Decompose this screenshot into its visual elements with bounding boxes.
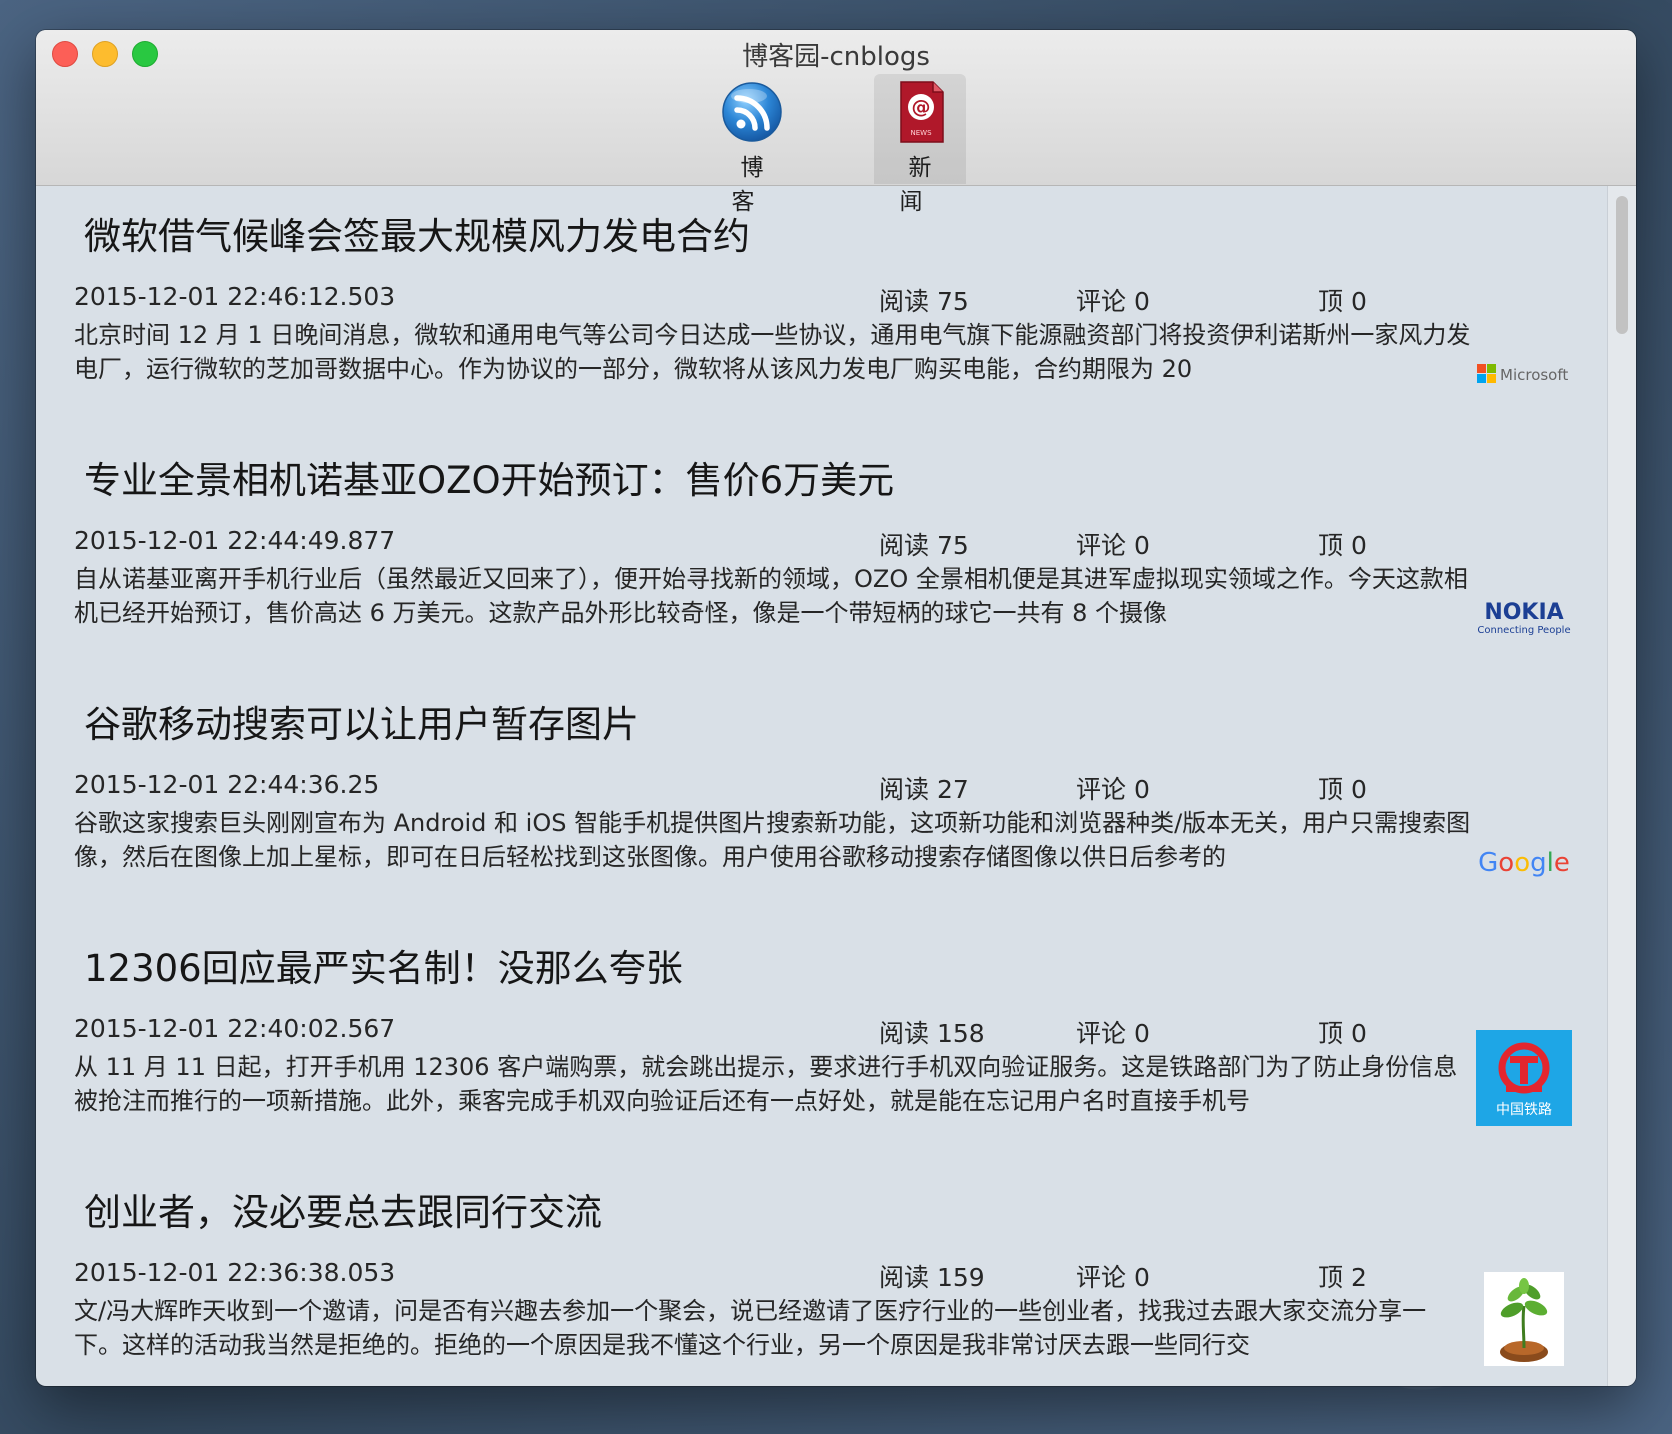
vertical-scrollbar[interactable] xyxy=(1607,186,1636,1386)
news-title[interactable]: 创业者，没必要总去跟同行交流 xyxy=(84,1182,602,1236)
news-date: 2015-12-01 22:44:49.877 xyxy=(74,526,396,555)
news-summary: 谷歌这家搜索巨头刚刚宣布为 Android 和 iOS 智能手机提供图片搜索新功… xyxy=(74,809,1471,871)
app-window: 博客园-cnblogs 博客 @ NEWS 新闻 微软借气候峰会签最大规模风力发… xyxy=(36,30,1636,1386)
microsoft-logo: Microsoft xyxy=(1476,326,1572,422)
seedling-image xyxy=(1484,1272,1564,1366)
china-railway-logo-text: 中国铁路 xyxy=(1496,1102,1552,1118)
news-digg-count: 顶 0 xyxy=(1318,775,1367,804)
news-date: 2015-12-01 22:40:02.567 xyxy=(74,1014,396,1043)
rss-icon xyxy=(722,82,782,142)
news-digg-count: 顶 0 xyxy=(1318,531,1367,560)
news-summary: 文/冯大辉昨天收到一个邀请，问是否有兴趣去参加一个聚会，说已经邀请了医疗行业的一… xyxy=(74,1297,1427,1359)
news-list: 微软借气候峰会签最大规模风力发电合约 2015-12-01 22:46:12.5… xyxy=(36,186,1608,1386)
news-date: 2015-12-01 22:44:36.25 xyxy=(74,770,380,799)
news-item[interactable]: 微软借气候峰会签最大规模风力发电合约 2015-12-01 22:46:12.5… xyxy=(36,186,1608,430)
news-item[interactable]: 12306回应最严实名制！没那么夸张 2015-12-01 22:40:02.5… xyxy=(36,918,1608,1162)
news-item[interactable]: 专业全景相机诺基亚OZO开始预订：售价6万美元 2015-12-01 22:44… xyxy=(36,430,1608,674)
toolbar-item-news[interactable]: @ NEWS 新闻 xyxy=(874,74,966,215)
news-icon: @ NEWS xyxy=(900,81,944,143)
toolbar-item-blog[interactable]: 博客 xyxy=(706,74,798,215)
news-date: 2015-12-01 22:36:38.053 xyxy=(74,1258,396,1287)
nokia-logo: NOKIA Connecting People xyxy=(1476,570,1572,666)
window-title: 博客园-cnblogs xyxy=(742,42,930,72)
news-digg-count: 顶 0 xyxy=(1318,287,1367,316)
news-item[interactable]: 谷歌移动搜索可以让用户暂存图片 2015-12-01 22:44:36.25 阅… xyxy=(36,674,1608,918)
news-read-count: 阅读 75 xyxy=(879,287,969,316)
news-read-count: 阅读 75 xyxy=(879,531,969,560)
news-title[interactable]: 微软借气候峰会签最大规模风力发电合约 xyxy=(84,206,750,260)
news-read-count: 阅读 27 xyxy=(879,775,969,804)
news-summary: 从 11 月 11 日起，打开手机用 12306 客户端购票，就会跳出提示，要求… xyxy=(74,1053,1458,1115)
news-comment-count: 评论 0 xyxy=(1076,1263,1150,1292)
news-summary: 自从诺基亚离开手机行业后（虽然最近又回来了），便开始寻找新的领域，OZO 全景相… xyxy=(74,565,1468,627)
google-logo-text: Google xyxy=(1478,848,1570,878)
news-title[interactable]: 专业全景相机诺基亚OZO开始预订：售价6万美元 xyxy=(84,450,894,504)
nokia-logo-text: NOKIA xyxy=(1484,600,1563,625)
svg-text:NEWS: NEWS xyxy=(910,129,932,137)
news-comment-count: 评论 0 xyxy=(1076,1019,1150,1048)
news-comment-count: 评论 0 xyxy=(1076,531,1150,560)
news-title[interactable]: 谷歌移动搜索可以让用户暂存图片 xyxy=(84,694,639,748)
china-railway-logo: 中国铁路 xyxy=(1476,1030,1572,1126)
titlebar: 博客园-cnblogs 博客 @ NEWS 新闻 xyxy=(36,30,1636,215)
news-read-count: 阅读 158 xyxy=(879,1019,985,1048)
news-read-count: 阅读 159 xyxy=(879,1263,985,1292)
news-comment-count: 评论 0 xyxy=(1076,775,1150,804)
news-comment-count: 评论 0 xyxy=(1076,287,1150,316)
news-date: 2015-12-01 22:46:12.503 xyxy=(74,282,396,311)
news-summary: 北京时间 12 月 1 日晚间消息，微软和通用电气等公司今日达成一些协议，通用电… xyxy=(74,321,1471,383)
news-digg-count: 顶 2 xyxy=(1318,1263,1367,1292)
google-logo: Google xyxy=(1476,814,1572,910)
microsoft-logo-text: Microsoft xyxy=(1500,366,1568,384)
news-item[interactable]: 创业者，没必要总去跟同行交流 2015-12-01 22:36:38.053 阅… xyxy=(36,1162,1608,1386)
nokia-slogan-text: Connecting People xyxy=(1477,625,1570,636)
svg-text:@: @ xyxy=(912,96,931,118)
news-digg-count: 顶 0 xyxy=(1318,1019,1367,1048)
scrollbar-thumb[interactable] xyxy=(1616,196,1628,334)
news-title[interactable]: 12306回应最严实名制！没那么夸张 xyxy=(84,938,683,992)
